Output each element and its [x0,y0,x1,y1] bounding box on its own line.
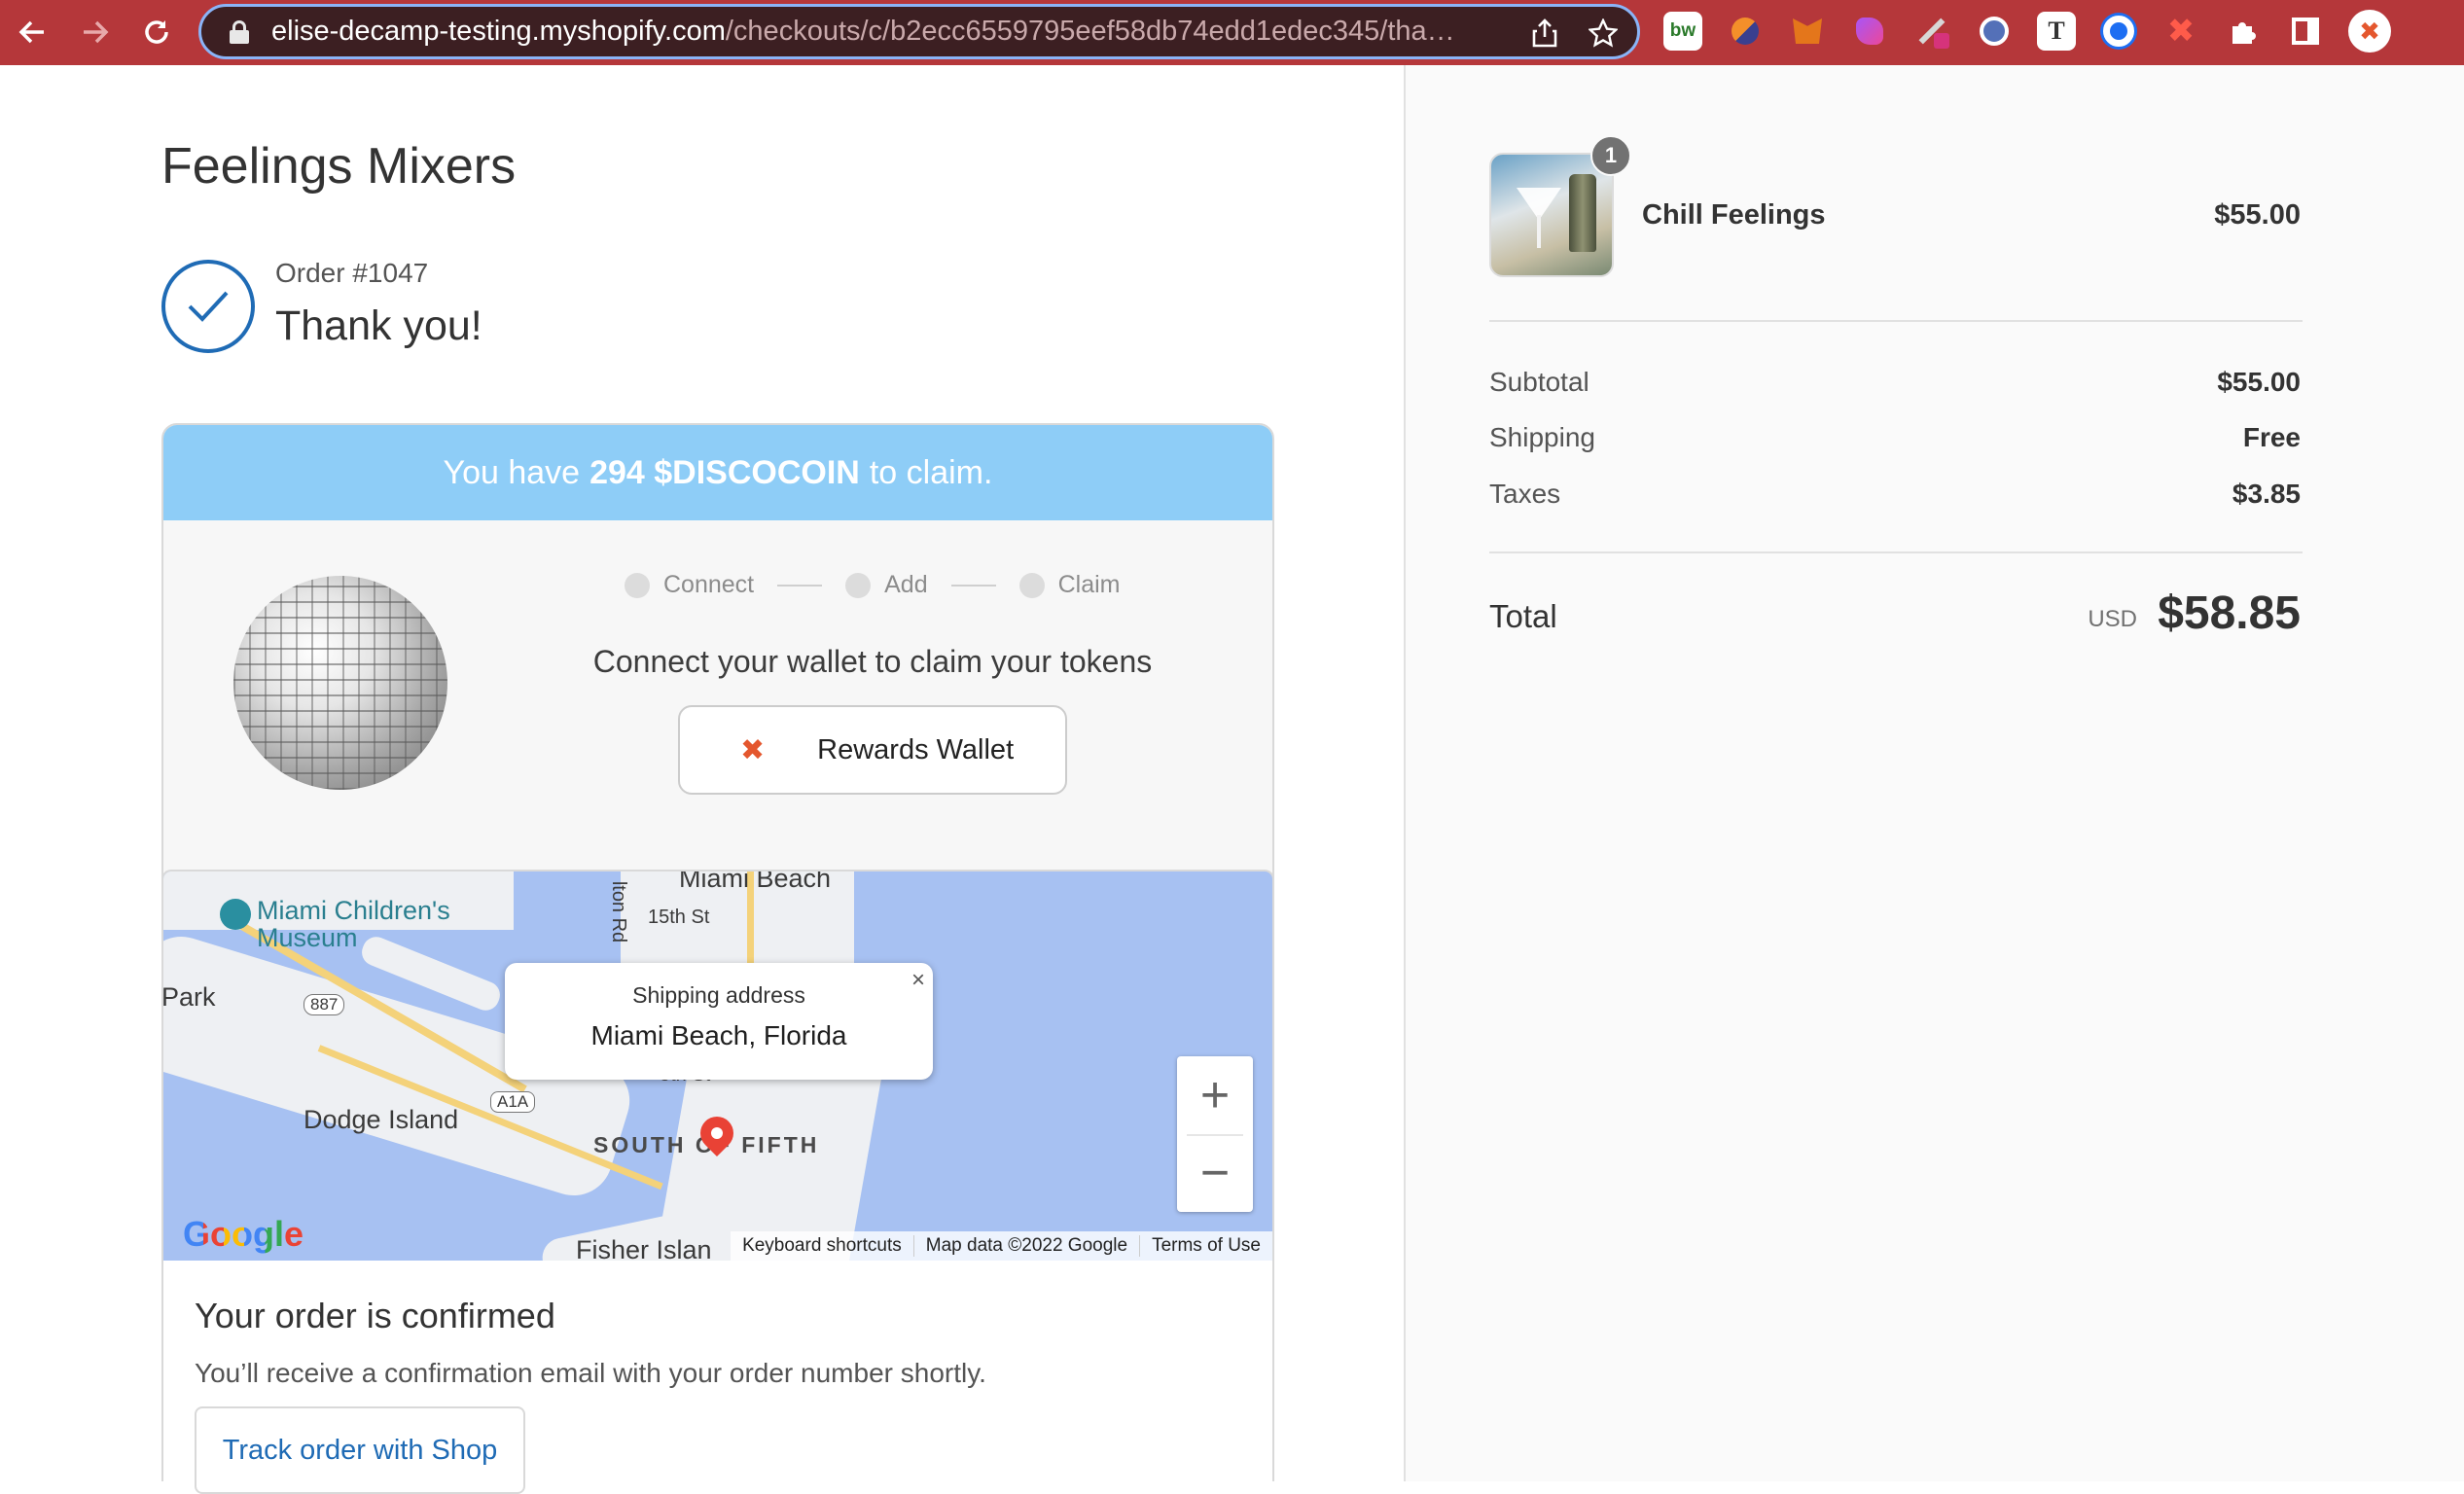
map-footer: Keyboard shortcuts Map data ©2022 Google… [731,1231,1272,1261]
map-label-dodge-island: Dodge Island [304,1105,459,1134]
confirmed-text: You’ll receive a confirmation email with… [195,1358,986,1388]
subtotal-label: Subtotal [1489,367,1589,397]
address-bar[interactable]: elise-decamp-testing.myshopify.com/check… [198,4,1640,59]
step-add-dot [845,572,872,598]
terms-of-use-link[interactable]: Terms of Use [1139,1235,1272,1257]
lock-icon[interactable] [229,19,250,44]
time-extension-icon[interactable] [1975,12,2014,51]
disco-ball-image [233,576,447,790]
share-icon[interactable] [1532,18,1557,54]
banner-prefix: You have [443,453,581,491]
close-icon[interactable]: × [911,967,925,994]
order-number: Order #1047 [275,258,429,288]
bookmark-star-icon[interactable] [1587,18,1620,54]
wallet-message: Connect your wallet to claim your tokens [592,644,1153,679]
brave-extension-icon[interactable] [1726,12,1765,51]
museum-pin-icon [220,899,251,930]
total-value: $58.85 [2158,587,2301,639]
browser-toolbar: elise-decamp-testing.myshopify.com/check… [0,0,2464,65]
profile-icon[interactable]: ✖ [2348,10,2391,53]
zoom-out-button[interactable]: − [1177,1134,1253,1212]
puzzle-extensions-icon[interactable] [2224,12,2263,51]
order-summary: 1 Chill Feelings $55.00 Subtotal $55.00 … [1404,65,2464,1481]
summary-divider [1489,551,2303,553]
confirmed-title: Your order is confirmed [195,1296,555,1335]
taxes-value: $3.85 [2232,479,2301,509]
total-label: Total [1489,598,1557,634]
thank-you-heading: Thank you! [275,302,482,349]
banner-suffix: to claim. [869,453,993,491]
map-label-childrens-museum: Miami Children's Museum [257,896,450,952]
font-extension-icon[interactable]: T [2037,12,2076,51]
metamask-fox-icon[interactable] [1788,12,1827,51]
map-label-park: Park [161,982,216,1012]
step-divider [950,584,996,587]
wallet-logo-icon: ✖ [740,733,766,766]
product-thumbnail [1489,153,1614,277]
step-connect-dot [625,572,650,598]
zoom-control: + − [1177,1056,1253,1212]
shipping-label: Shipping [1489,422,1595,452]
zoom-in-button[interactable]: + [1177,1056,1253,1134]
rewards-wallet-button[interactable]: ✖ Rewards Wallet [678,705,1067,795]
rewards-card: You have 294 $DISCOCOIN to claim. Connec… [161,423,1274,907]
quantity-badge: 1 [1590,135,1631,176]
checkout-thank-you-page: Feelings Mixers Order #1047 Thank you! Y… [0,65,2464,1494]
url-path: /checkouts/c/b2ecc6559795eef58db74edd1ed… [725,16,1455,47]
target-extension-icon[interactable] [2099,12,2138,51]
google-logo-text: Google [183,1214,304,1254]
shipping-map[interactable]: Miami Beach Miami Children's Museum Park… [161,870,1274,1261]
back-arrow-icon[interactable] [8,8,56,56]
reload-icon[interactable] [132,8,181,56]
map-label-alton-rd: lton Rd [608,880,630,943]
sidepanel-icon[interactable] [2286,12,2325,51]
step-connect: Connect [663,571,755,598]
claim-steps: Connect Add Claim [625,571,1121,599]
item-name: Chill Feelings [1642,199,1826,231]
pen-extension-icon[interactable] [1912,12,1951,51]
shipping-value: Free [2242,422,2301,452]
red-x-extension-icon[interactable]: ✖ [2161,12,2200,51]
map-label-fisher-island: Fisher Islan [576,1235,712,1261]
forward-arrow-icon[interactable] [71,8,120,56]
banner-amount: 294 $DISCOCOIN [589,453,860,491]
popup-address: Miami Beach, Florida [590,1020,847,1050]
order-confirmed-section: Your order is confirmed You’ll receive a… [161,1261,1274,1494]
shipping-address-popup: Shipping address Miami Beach, Florida × [505,963,933,1080]
item-price: $55.00 [2214,199,2301,231]
currency-code: USD [2088,606,2137,632]
keyboard-shortcuts-link[interactable]: Keyboard shortcuts [731,1235,913,1257]
subtotal-value: $55.00 [2217,367,2301,397]
route-887-shield: 887 [304,994,345,1015]
map-label-miami-beach: Miami Beach [679,870,832,893]
map-label-15th-st: 15th St [648,907,710,928]
bw-extension-icon[interactable]: bw [1663,12,1702,51]
wallet-button-label: Rewards Wallet [817,733,1015,765]
summary-divider [1489,320,2303,322]
step-claim-dot [1018,572,1045,598]
route-a1a-shield: A1A [490,1091,536,1113]
popup-title: Shipping address [632,982,805,1008]
step-divider [777,584,823,587]
taxes-label: Taxes [1489,479,1561,509]
checkmark-icon [161,260,255,353]
purple-extension-icon[interactable] [1850,12,1889,51]
url-host: elise-decamp-testing.myshopify.com [271,16,726,47]
step-add: Add [884,571,928,598]
zoom-divider [1187,1134,1243,1136]
shop-name[interactable]: Feelings Mixers [161,137,516,196]
step-claim: Claim [1057,571,1121,598]
map-data-text: Map data ©2022 Google [912,1235,1139,1257]
rewards-banner: You have 294 $DISCOCOIN to claim. [163,425,1272,520]
google-logo[interactable]: Google [183,1214,304,1255]
